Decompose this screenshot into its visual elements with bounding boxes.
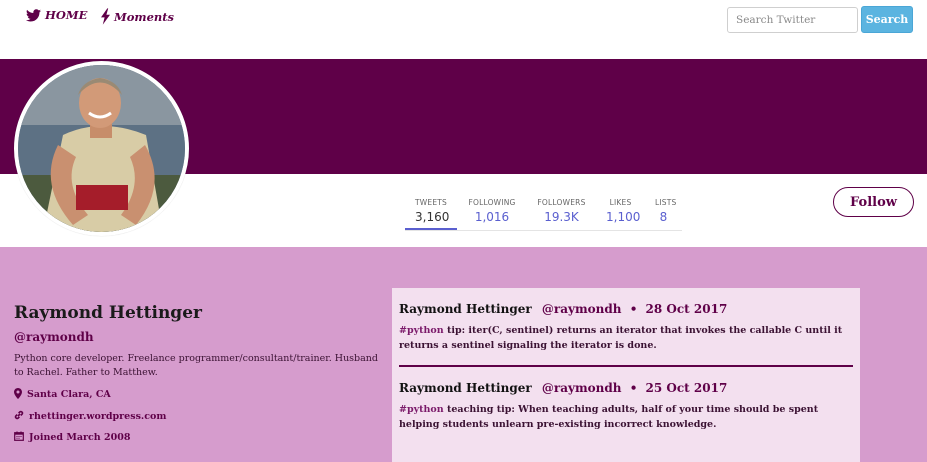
stats-divider <box>405 230 682 231</box>
tweet-author-handle[interactable]: @raymondh <box>542 302 622 316</box>
lightning-bolt-icon <box>101 8 110 25</box>
tweet-hashtag[interactable]: #python <box>399 404 444 415</box>
nav-moments-link[interactable]: Moments <box>101 8 174 25</box>
stat-likes[interactable]: LIKES 1,100 <box>596 198 645 231</box>
stat-following-label: FOLLOWING <box>468 198 516 207</box>
tweet-text: #python teaching tip: When teaching adul… <box>399 403 853 432</box>
profile-avatar[interactable] <box>14 61 189 236</box>
tweet-feed: Raymond Hettinger @raymondh • 28 Oct 201… <box>392 288 860 462</box>
link-icon <box>14 410 24 423</box>
tweet-separator: • <box>629 381 638 396</box>
top-navigation: HOME Moments Search <box>0 0 927 59</box>
tweet-date[interactable]: 25 Oct 2017 <box>646 381 728 395</box>
nav-home-label: HOME <box>45 8 88 22</box>
tweet-body: teaching tip: When teaching adults, half… <box>399 404 819 431</box>
profile-location: Santa Clara, CA <box>14 387 384 402</box>
tweet-author-handle[interactable]: @raymondh <box>542 381 622 395</box>
avatar-photo <box>18 65 185 232</box>
stat-likes-label: LIKES <box>609 198 632 207</box>
website-link[interactable]: rhettinger.wordpress.com <box>29 411 166 422</box>
nav-moments-label: Moments <box>114 9 175 24</box>
profile-stats: TWEETS 3,160 FOLLOWING 1,016 FOLLOWERS 1… <box>405 198 682 231</box>
stat-tweets-value: 3,160 <box>415 210 450 224</box>
tweet-body: tip: iter(C, sentinel) returns an iterat… <box>399 325 843 351</box>
twitter-bird-icon <box>26 8 41 22</box>
tweet-text: #python tip: iter(C, sentinel) returns a… <box>399 324 853 353</box>
tweet-hashtag[interactable]: #python <box>399 325 444 336</box>
tweet-item[interactable]: Raymond Hettinger @raymondh • 28 Oct 201… <box>399 288 853 368</box>
nav-home-link[interactable]: HOME <box>26 8 87 22</box>
tweet-date[interactable]: 28 Oct 2017 <box>646 302 728 316</box>
stat-tweets-label: TWEETS <box>415 198 448 207</box>
stat-tweets[interactable]: TWEETS 3,160 <box>405 198 457 231</box>
search-input[interactable] <box>727 7 858 33</box>
stat-lists-value: 8 <box>659 210 668 224</box>
tweet-item[interactable]: Raymond Hettinger @raymondh • 25 Oct 201… <box>399 367 853 444</box>
joined-text: Joined March 2008 <box>29 431 131 443</box>
profile-website[interactable]: rhettinger.wordpress.com <box>14 410 384 423</box>
tweet-author-name[interactable]: Raymond Hettinger <box>399 302 532 316</box>
stat-following-value: 1,016 <box>474 210 510 224</box>
calendar-icon <box>14 431 24 444</box>
search-button[interactable]: Search <box>861 6 913 33</box>
profile-card: Raymond Hettinger @raymondh Python core … <box>14 303 384 444</box>
profile-joined: Joined March 2008 <box>14 431 384 444</box>
tweet-header: Raymond Hettinger @raymondh • 28 Oct 201… <box>399 302 853 316</box>
profile-handle[interactable]: @raymondh <box>14 330 384 344</box>
stat-lists-label: LISTS <box>655 198 677 207</box>
profile-bio: Python core developer. Freelance program… <box>14 353 379 378</box>
stat-likes-value: 1,100 <box>606 210 641 224</box>
stat-followers[interactable]: FOLLOWERS 19.3K <box>527 198 596 231</box>
profile-name: Raymond Hettinger <box>14 303 202 323</box>
stat-lists[interactable]: LISTS 8 <box>645 198 682 231</box>
tweet-header: Raymond Hettinger @raymondh • 25 Oct 201… <box>399 381 853 395</box>
stat-following[interactable]: FOLLOWING 1,016 <box>457 198 527 231</box>
location-text: Santa Clara, CA <box>27 389 111 401</box>
tweet-author-name[interactable]: Raymond Hettinger <box>399 381 532 395</box>
location-pin-icon <box>14 387 22 402</box>
stat-followers-label: FOLLOWERS <box>537 198 586 207</box>
stat-followers-value: 19.3K <box>544 210 579 224</box>
follow-button[interactable]: Follow <box>833 187 914 217</box>
tweet-separator: • <box>629 302 638 316</box>
